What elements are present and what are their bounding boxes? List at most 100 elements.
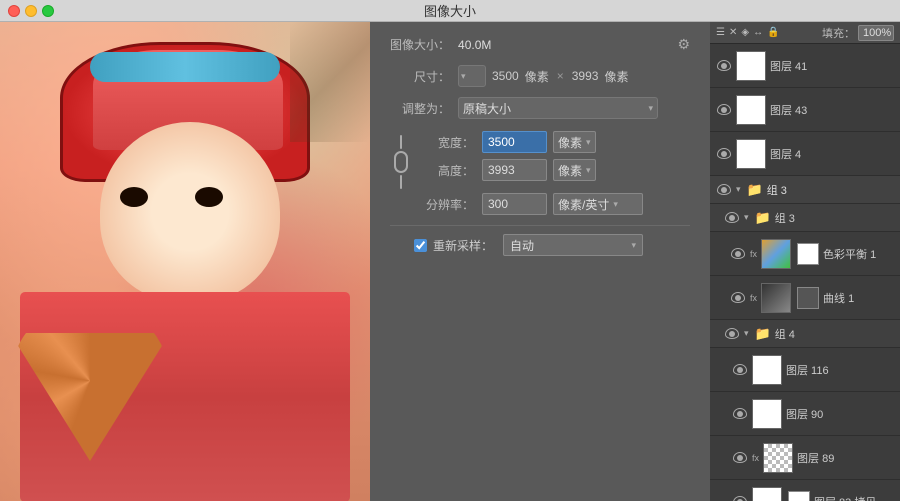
size-dropdown[interactable]: ▾	[458, 65, 486, 87]
list-item[interactable]: 图层 90	[710, 392, 900, 436]
chevron-down-icon: ▾	[586, 137, 591, 148]
layer-name: 组 3	[775, 210, 894, 226]
layer-visibility-toggle[interactable]	[732, 450, 748, 466]
list-item[interactable]: 图层 41	[710, 44, 900, 88]
list-item[interactable]: 图层 4	[710, 132, 900, 176]
layer-visibility-toggle[interactable]	[732, 494, 748, 501]
resolution-input[interactable]	[482, 193, 547, 215]
resample-dropdown[interactable]: 自动 ▾	[503, 234, 643, 256]
layers-toolbar: ☰ ✕ ◈ ↔ 🔒 填充： 100%	[710, 22, 900, 44]
layer-thumbnail	[761, 283, 791, 313]
width-unit-value: 像素	[558, 134, 582, 151]
height-label: 高度：	[414, 162, 474, 179]
layer-name: 图层 83 拷贝	[814, 494, 894, 501]
width-label: 宽度：	[414, 134, 474, 151]
layer-name: 图层 116	[786, 362, 894, 378]
layer-visibility-toggle[interactable]	[716, 146, 732, 162]
layer-name: 图层 4	[770, 146, 894, 162]
list-item[interactable]: 图层 116	[710, 348, 900, 392]
list-item[interactable]: fx 图层 89	[710, 436, 900, 480]
folder-icon: 📁	[755, 326, 771, 342]
size-height-value: 3993	[572, 69, 599, 83]
image-size-label: 图像大小：	[390, 36, 450, 53]
adjust-label: 调整为：	[390, 100, 450, 117]
list-item[interactable]: fx 色彩平衡 1	[710, 232, 900, 276]
gear-icon[interactable]: ⚙	[677, 36, 690, 53]
image-size-value: 40.0M	[458, 38, 491, 52]
layer-name: 图层 90	[786, 406, 894, 422]
layer-thumbnail	[761, 239, 791, 269]
minimize-button[interactable]	[25, 5, 37, 17]
window-title: 图像大小	[424, 1, 476, 20]
layer-thumbnail	[752, 487, 782, 501]
layer-visibility-toggle[interactable]	[732, 362, 748, 378]
group-expand-icon[interactable]: ▾	[744, 212, 749, 223]
layer-visibility-toggle[interactable]	[716, 102, 732, 118]
chevron-down-icon: ▾	[648, 103, 653, 114]
group-expand-icon[interactable]: ▾	[744, 328, 749, 339]
layer-mask-thumbnail	[797, 243, 819, 265]
layer-visibility-toggle[interactable]	[732, 406, 748, 422]
fill-value[interactable]: 100%	[858, 25, 894, 41]
width-input[interactable]: 3500	[482, 131, 547, 153]
layer-mask-thumbnail	[797, 287, 819, 309]
zoom-button[interactable]	[42, 5, 54, 17]
layer-thumbnail	[736, 51, 766, 81]
list-item[interactable]: 图层 43	[710, 88, 900, 132]
close-button[interactable]	[8, 5, 20, 17]
height-unit-dropdown[interactable]: 像素 ▾	[553, 159, 596, 181]
folder-icon: 📁	[755, 210, 771, 226]
size-label: 尺寸：	[390, 68, 450, 85]
height-unit-value: 像素	[558, 162, 582, 179]
layer-visibility-toggle[interactable]	[724, 210, 740, 226]
layer-visibility-toggle[interactable]	[724, 326, 740, 342]
traffic-lights	[8, 5, 54, 17]
hat-decoration	[90, 52, 280, 82]
list-item[interactable]: ▾ 📁 组 3	[710, 204, 900, 232]
layer-mask-thumbnail	[788, 491, 810, 501]
layer-name: 图层 43	[770, 102, 894, 118]
layer-fx-icon: fx	[750, 293, 757, 303]
size-field-group: ▾ 3500 像素 × 3993 像素	[458, 65, 628, 87]
width-unit-dropdown[interactable]: 像素 ▾	[553, 131, 596, 153]
layer-fx-icon: fx	[750, 249, 757, 259]
image-size-dialog: 图像大小： 40.0M ⚙ 尺寸： ▾ 3500 像素 × 3993 像素	[370, 22, 710, 501]
size-x: ×	[557, 69, 564, 83]
layer-name: 曲线 1	[823, 290, 894, 306]
chevron-down-icon: ▾	[586, 165, 591, 176]
layers-list: 图层 41 图层 43 图层 4 ▾ 📁 组 3	[710, 44, 900, 501]
lock-transparent-icon[interactable]: ✕	[729, 27, 737, 38]
branch-decoration	[290, 22, 370, 142]
group-expand-icon[interactable]: ▾	[736, 184, 741, 195]
list-item[interactable]: fx 曲线 1	[710, 276, 900, 320]
adjust-value: 原稿大小	[463, 100, 511, 117]
size-width-value: 3500	[492, 69, 519, 83]
resolution-unit-dropdown[interactable]: 像素/英寸 ▾	[553, 193, 643, 215]
list-item[interactable]: ▾ 📁 组 3	[710, 176, 900, 204]
layer-thumbnail	[752, 399, 782, 429]
title-bar: 图像大小	[0, 0, 900, 22]
lock-all-icon[interactable]: 🔒	[767, 27, 779, 38]
lock-image-icon[interactable]: ◈	[741, 27, 749, 38]
layer-visibility-toggle[interactable]	[730, 246, 746, 262]
chevron-down-icon: ▾	[631, 240, 636, 251]
folder-icon: 📁	[747, 182, 763, 198]
lock-position-icon[interactable]: ↔	[753, 27, 763, 38]
layer-visibility-toggle[interactable]	[716, 58, 732, 74]
chevron-down-icon: ▾	[613, 199, 618, 210]
height-input[interactable]: 3993	[482, 159, 547, 181]
layer-visibility-toggle[interactable]	[716, 182, 732, 198]
list-item[interactable]: 图层 83 拷贝	[710, 480, 900, 501]
layers-panel: ☰ ✕ ◈ ↔ 🔒 填充： 100% 图层 41	[710, 22, 900, 501]
layer-name: 图层 41	[770, 58, 894, 74]
resample-checkbox[interactable]	[414, 239, 427, 252]
fill-label: 填充：	[822, 25, 855, 41]
character-eye-right	[195, 187, 223, 207]
layer-thumbnail	[736, 139, 766, 169]
layer-visibility-toggle[interactable]	[730, 290, 746, 306]
list-item[interactable]: ▾ 📁 组 4	[710, 320, 900, 348]
character-eye-left	[120, 187, 148, 207]
layer-thumbnail	[752, 355, 782, 385]
size-unit2: 像素	[604, 68, 628, 85]
adjust-dropdown[interactable]: 原稿大小 ▾	[458, 97, 658, 119]
